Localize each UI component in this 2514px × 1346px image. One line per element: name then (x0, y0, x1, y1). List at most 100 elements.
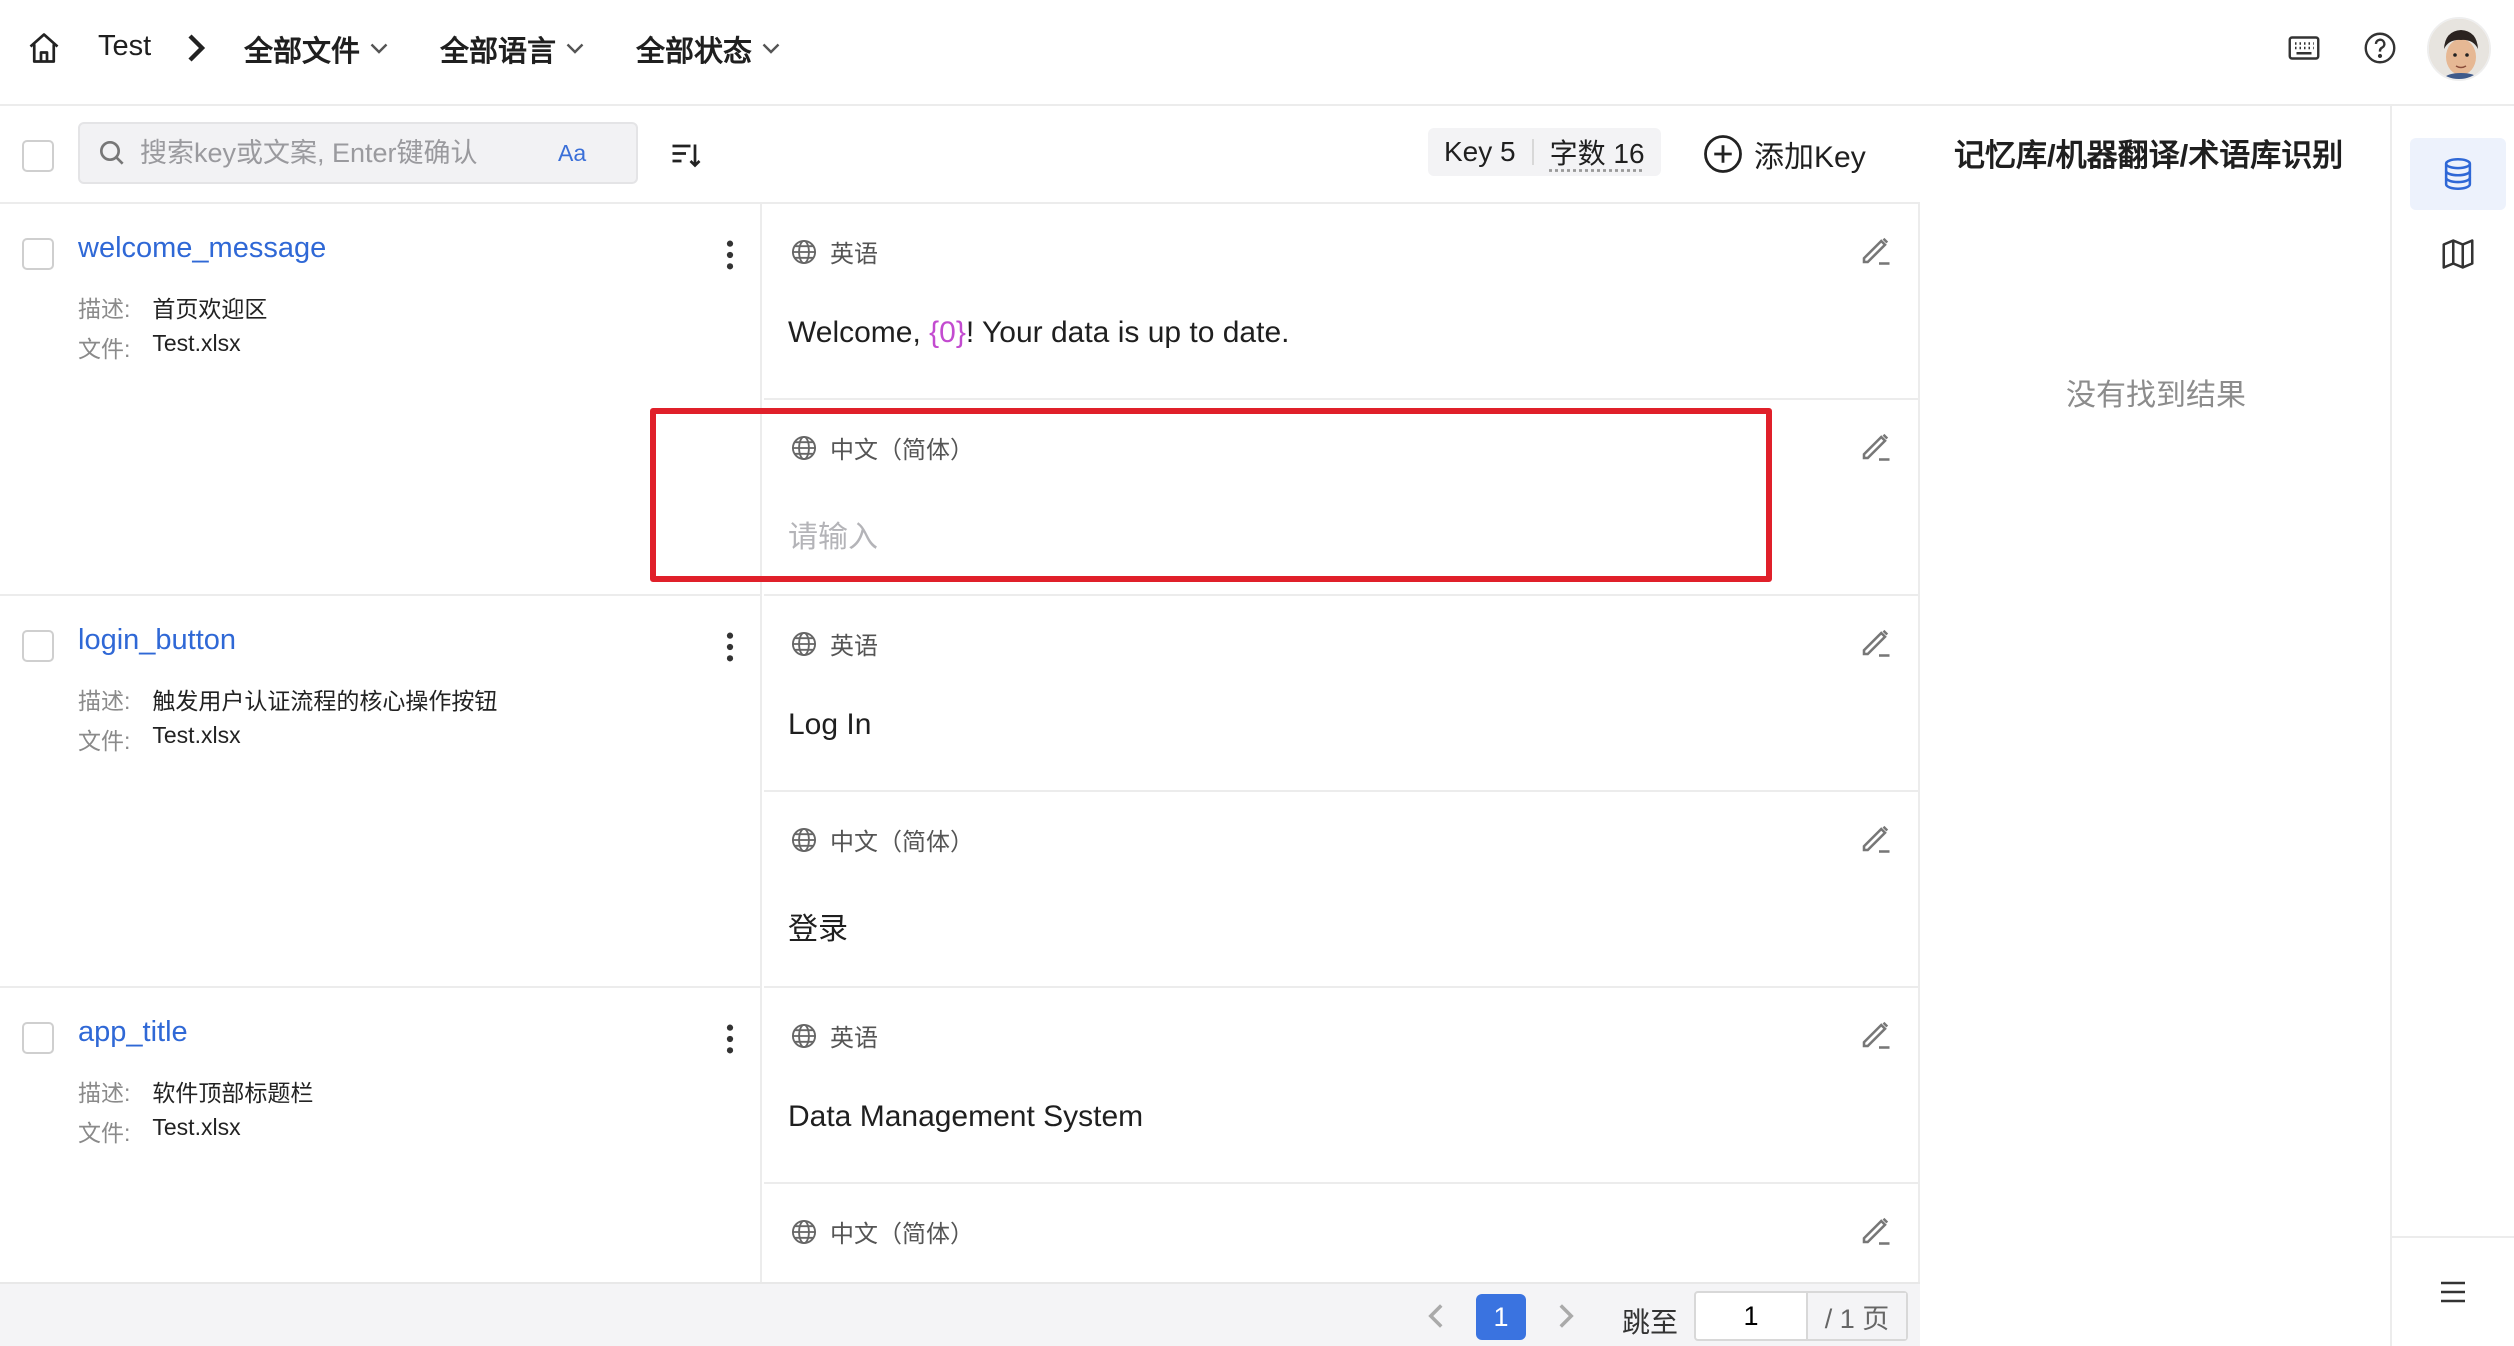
language-label: 中文（简体） (790, 1214, 974, 1249)
key-description: 描述: 首页欢迎区 (78, 290, 267, 324)
key-description: 描述: 软件顶部标题栏 (78, 1074, 313, 1108)
file-value: Test.xlsx (152, 722, 241, 748)
globe-icon (791, 239, 817, 264)
desc-value: 触发用户认证流程的核心操作按钮 (152, 688, 498, 714)
translation-text: Log In (788, 708, 872, 741)
page-1-button[interactable]: 1 (1476, 1294, 1526, 1340)
language-label: 英语 (790, 626, 878, 661)
language-filter-dropdown[interactable]: 全部语言 (440, 28, 584, 70)
language-label: 英语 (790, 234, 878, 269)
project-name[interactable]: Test (98, 30, 151, 63)
total-pages: / 1 页 (1806, 1293, 1906, 1339)
globe-icon (791, 1023, 817, 1048)
rail-tab-database[interactable] (2410, 138, 2506, 210)
language-name: 英语 (830, 633, 878, 660)
translation-text: Data Management System (788, 1100, 1144, 1133)
keyboard-icon[interactable] (2286, 30, 2322, 66)
key-name-link[interactable]: login_button (78, 624, 236, 657)
desc-label: 描述: (78, 688, 131, 714)
file-filter-dropdown[interactable]: 全部文件 (244, 28, 388, 70)
file-value: Test.xlsx (152, 1114, 241, 1140)
file-filter-label: 全部文件 (244, 36, 361, 68)
jump-label: 跳至 (1622, 1307, 1679, 1338)
edit-icon[interactable] (1858, 624, 1894, 660)
key-row: app_title 描述: 软件顶部标题栏 文件: Test.xlsx (0, 988, 762, 1282)
language-name: 中文（简体） (830, 437, 974, 464)
prev-page-icon[interactable] (1424, 1302, 1448, 1330)
add-key-label: 添加Key (1754, 141, 1866, 174)
search-icon (100, 141, 124, 165)
desc-value: 软件顶部标题栏 (152, 1080, 314, 1106)
map-icon (2442, 239, 2474, 269)
avatar-face-icon (2429, 19, 2489, 79)
pagination-bar: 1 跳至 / 1 页 (0, 1282, 1920, 1346)
char-count: 字数 16 (1549, 138, 1645, 169)
key-name-link[interactable]: welcome_message (78, 232, 326, 265)
row-checkbox[interactable] (22, 238, 54, 270)
sort-icon[interactable] (668, 137, 704, 173)
stats-badge: Key 5 字数 16 (1428, 128, 1661, 176)
translation-cell-en[interactable]: 英语 Welcome, {0}! Your data is up to date… (764, 204, 1920, 400)
globe-icon (791, 631, 817, 656)
jump-page-input[interactable] (1696, 1300, 1806, 1332)
language-name: 英语 (830, 1025, 878, 1052)
chevron-down-icon (762, 43, 780, 54)
help-icon[interactable] (2362, 30, 2398, 66)
row-checkbox[interactable] (22, 1022, 54, 1054)
key-name-link[interactable]: app_title (78, 1016, 188, 1049)
desc-label: 描述: (78, 1080, 131, 1106)
next-page-icon[interactable] (1554, 1302, 1578, 1330)
key-file: 文件: Test.xlsx (78, 330, 241, 364)
language-name: 中文（简体） (830, 1221, 974, 1248)
edit-icon[interactable] (1858, 428, 1894, 464)
language-label: 英语 (790, 1018, 878, 1053)
home-icon[interactable] (26, 30, 62, 66)
match-case-toggle[interactable]: Aa (558, 140, 586, 167)
row-checkbox[interactable] (22, 630, 54, 662)
more-vertical-icon[interactable] (718, 630, 742, 664)
database-icon (2444, 158, 2472, 190)
translation-cell-zh[interactable]: 中文（简体） 登录 (764, 792, 1920, 988)
translation-cell-zh[interactable]: 中文（简体） (764, 1184, 1920, 1282)
placeholder-variable: {0} (929, 316, 966, 349)
translation-cell-zh[interactable]: 中文（简体） 请输入 (764, 400, 1920, 596)
rail-menu-button[interactable] (2392, 1236, 2514, 1346)
panel-title: 记忆库/机器翻译/术语库识别 (1954, 138, 2344, 173)
edit-icon[interactable] (1858, 1212, 1894, 1248)
translation-text: 登录 (788, 913, 848, 946)
chevron-down-icon (370, 43, 388, 54)
key-description: 描述: 触发用户认证流程的核心操作按钮 (78, 682, 497, 716)
translation-cell-en[interactable]: 英语 Data Management System (764, 988, 1920, 1184)
edit-icon[interactable] (1858, 232, 1894, 268)
jump-box: / 1 页 (1694, 1291, 1908, 1341)
desc-label: 描述: (78, 296, 131, 322)
select-all-checkbox[interactable] (22, 140, 54, 172)
key-file: 文件: Test.xlsx (78, 722, 241, 756)
file-label: 文件: (78, 728, 131, 754)
add-key-button[interactable]: 添加Key (1702, 132, 1866, 176)
translation-input-placeholder[interactable]: 请输入 (788, 512, 878, 556)
more-vertical-icon[interactable] (718, 238, 742, 272)
translation-cell-en[interactable]: 英语 Log In (764, 596, 1920, 792)
language-label: 中文（简体） (790, 822, 974, 857)
more-vertical-icon[interactable] (718, 1022, 742, 1056)
search-input[interactable] (140, 137, 550, 169)
file-label: 文件: (78, 1120, 131, 1146)
language-name: 英语 (830, 241, 878, 268)
list-toolbar: Aa Key 5 字数 16 添加Key (0, 106, 1920, 204)
edit-icon[interactable] (1858, 820, 1894, 856)
edit-icon[interactable] (1858, 1016, 1894, 1052)
status-filter-dropdown[interactable]: 全部状态 (636, 28, 780, 70)
text-prefix: Welcome, (788, 316, 930, 349)
top-bar: Test 全部文件 全部语言 全部状态 (0, 0, 2514, 106)
text-suffix: ! Your data is up to date. (965, 316, 1290, 349)
stats-divider (1531, 139, 1534, 165)
translation-text: Welcome, {0}! Your data is up to date. (788, 316, 1289, 350)
desc-value: 首页欢迎区 (152, 296, 268, 322)
language-label: 中文（简体） (790, 430, 974, 465)
user-avatar[interactable] (2427, 17, 2491, 81)
rail-tab-map[interactable] (2410, 218, 2506, 290)
suggestion-panel: 记忆库/机器翻译/术语库识别 没有找到结果 (1920, 106, 2392, 1346)
file-value: Test.xlsx (152, 330, 241, 356)
status-filter-label: 全部状态 (636, 36, 753, 68)
